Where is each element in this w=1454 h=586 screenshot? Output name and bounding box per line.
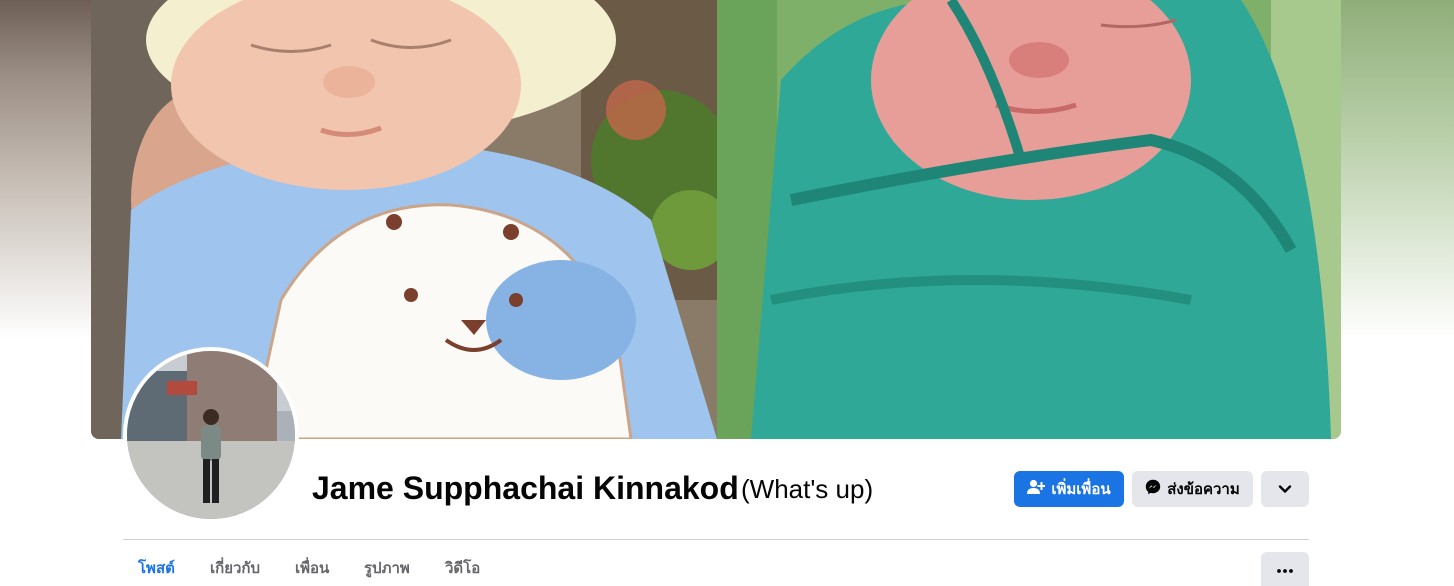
chevron-down-icon xyxy=(1278,481,1292,498)
add-friend-icon xyxy=(1027,479,1046,499)
tab-about[interactable]: เกี่ยวกับ xyxy=(210,556,260,580)
add-friend-button[interactable]: เพิ่มเพื่อน xyxy=(1014,471,1124,507)
avatar xyxy=(127,351,295,519)
tab-posts[interactable]: โพสต์ xyxy=(138,556,175,580)
profile-more-button[interactable] xyxy=(1261,471,1309,507)
ellipsis-icon xyxy=(1277,560,1293,578)
messenger-icon xyxy=(1145,479,1161,499)
cover-photo[interactable] xyxy=(91,0,1341,439)
header-divider xyxy=(123,539,1309,540)
alternate-name: (What's up) xyxy=(741,474,874,504)
message-label: ส่งข้อความ xyxy=(1167,481,1240,498)
profile-picture[interactable] xyxy=(123,347,299,523)
tabs-more-button[interactable] xyxy=(1261,552,1309,586)
tab-friends[interactable]: เพื่อน xyxy=(295,556,329,580)
cover-backdrop-right xyxy=(1324,0,1454,340)
profile-name: Jame Supphachai Kinnakod xyxy=(312,470,739,506)
message-button[interactable]: ส่งข้อความ xyxy=(1132,471,1253,507)
tab-videos[interactable]: วิดีโอ xyxy=(445,556,480,580)
add-friend-label: เพิ่มเพื่อน xyxy=(1051,481,1111,498)
tab-photos[interactable]: รูปภาพ xyxy=(364,556,410,580)
